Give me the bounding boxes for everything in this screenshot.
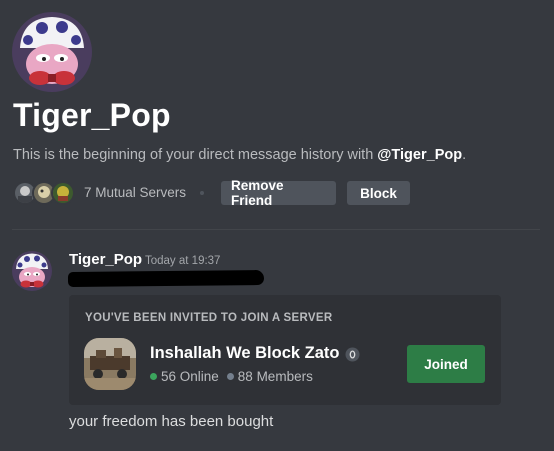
intro-text: This is the beginning of your direct mes… bbox=[13, 147, 466, 163]
server-invite-card: YOU'VE BEEN INVITED TO JOIN A SERVER Ins… bbox=[69, 295, 501, 405]
message-text: your freedom has been bought bbox=[69, 413, 274, 430]
user-mention[interactable]: @Tiger_Pop bbox=[377, 147, 462, 163]
divider bbox=[12, 229, 540, 230]
redaction-mark bbox=[67, 269, 265, 288]
profile-avatar[interactable] bbox=[12, 12, 92, 92]
message-author-avatar[interactable] bbox=[12, 251, 52, 291]
joined-button[interactable]: Joined bbox=[407, 345, 485, 383]
member-count: 88 Members bbox=[237, 369, 313, 384]
online-count: 56 Online bbox=[161, 369, 219, 384]
invite-header: YOU'VE BEEN INVITED TO JOIN A SERVER bbox=[85, 312, 333, 324]
member-status-dot bbox=[226, 373, 234, 380]
separator-dot bbox=[200, 191, 204, 195]
profile-username: Tiger_Pop bbox=[13, 97, 171, 133]
message-author-name[interactable]: Tiger_Pop bbox=[69, 251, 142, 268]
invite-server-name[interactable]: Inshallah We Block Zato bbox=[150, 344, 339, 363]
server-icon-3 bbox=[51, 181, 75, 205]
block-button[interactable]: Block bbox=[347, 181, 410, 205]
server-badge-icon bbox=[345, 347, 360, 362]
message-timestamp: Today at 19:37 bbox=[145, 255, 221, 267]
intro-prefix: This is the beginning of your direct mes… bbox=[13, 147, 378, 163]
invite-server-stats: 56 Online 88 Members bbox=[150, 369, 313, 384]
online-status-dot bbox=[150, 373, 157, 380]
intro-suffix: . bbox=[462, 147, 467, 163]
mutual-servers-row: 7 Mutual Servers Remove Friend Block bbox=[13, 178, 553, 208]
mutual-server-icons[interactable] bbox=[13, 181, 79, 205]
mutual-servers-label[interactable]: 7 Mutual Servers bbox=[84, 185, 186, 200]
remove-friend-button[interactable]: Remove Friend bbox=[221, 178, 336, 208]
invite-server-icon bbox=[84, 338, 136, 390]
